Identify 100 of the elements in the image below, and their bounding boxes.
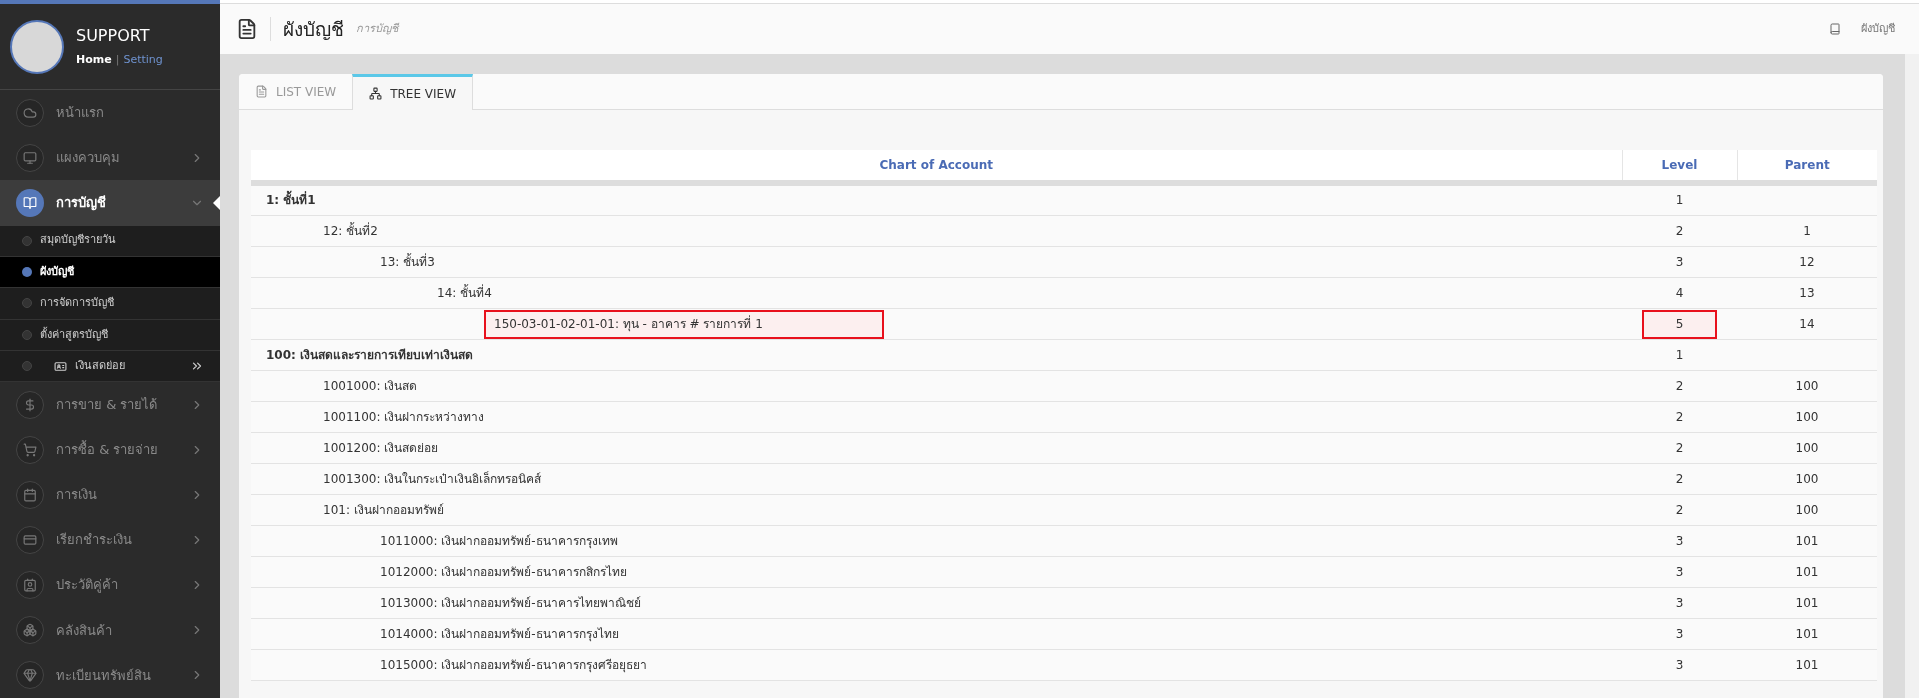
menu-label: การขาย & รายได้ xyxy=(56,396,159,415)
parent-value: 12 xyxy=(1799,255,1815,269)
level-value: 1 xyxy=(1674,192,1685,209)
level-value: 2 xyxy=(1674,377,1685,395)
menu-icon xyxy=(16,436,44,464)
menu-item[interactable]: แผงควบคุม xyxy=(0,135,220,181)
menu-icon xyxy=(16,188,44,217)
level-value: 2 xyxy=(1674,222,1685,240)
avatar xyxy=(10,19,64,74)
level-value: 2 xyxy=(1674,408,1685,426)
id-card-icon xyxy=(54,359,67,373)
level-value: 2 xyxy=(1674,501,1685,519)
menu-label: คลังสินค้า xyxy=(56,621,113,640)
level-value: 3 xyxy=(1674,625,1685,643)
submenu-label: ผังบัญชี xyxy=(40,263,75,280)
menu-item[interactable]: การขาย & รายได้ xyxy=(0,382,220,428)
account-name: 100: เงินสดและรายการเทียบเท่าเงินสด xyxy=(265,346,475,364)
account-name: 1001200: เงินสดย่อย xyxy=(322,439,440,457)
hierarchy-icon xyxy=(369,87,383,100)
submenu-label: ตั้งค่าสูตรบัญชี xyxy=(40,326,109,343)
submenu-item[interactable]: การจัดการบัญชี xyxy=(0,288,220,320)
menu-label: ประวัติคู่ค้า xyxy=(56,576,119,595)
document-icon xyxy=(255,85,268,98)
parent-value: 14 xyxy=(1799,317,1815,331)
account-name: 1015000: เงินฝากออมทรัพย์-ธนาคารกรุงศรีอยุธยา xyxy=(379,656,648,675)
parent-value: 101 xyxy=(1795,565,1819,579)
submenu-label: สมุดบัญชีรายวัน xyxy=(40,232,117,249)
parent-value: 100 xyxy=(1795,441,1819,455)
menu-item[interactable]: หน้าแรก xyxy=(0,90,220,136)
level-value: 3 xyxy=(1674,563,1685,581)
parent-value: 101 xyxy=(1795,534,1819,548)
level-value: 3 xyxy=(1674,532,1685,550)
menu-item[interactable]: ประวัติคู่ค้า xyxy=(0,562,220,608)
account-name: 1014000: เงินฝากออมทรัพย์-ธนาคารกรุงไทย xyxy=(379,625,620,644)
account-name: 1001100: เงินฝากระหว่างทาง xyxy=(322,408,486,426)
account-name: 12: ชั้นที่2 xyxy=(322,221,379,240)
book-icon xyxy=(1829,23,1841,35)
menu-icon xyxy=(16,143,44,172)
menu-icon xyxy=(16,481,44,510)
menu-icon xyxy=(16,571,44,600)
menu-icon xyxy=(16,98,44,127)
level-value: 3 xyxy=(1674,656,1685,674)
pointer-icon xyxy=(213,195,220,210)
menu-label: การเงิน xyxy=(56,486,98,505)
menu-item[interactable]: คลังสินค้า xyxy=(0,607,220,653)
account-name: 1013000: เงินฝากออมทรัพย์-ธนาคารไทยพาณิชย์ xyxy=(379,594,642,612)
level-value: 3 xyxy=(1674,253,1685,271)
menu-label: หน้าแรก xyxy=(56,104,105,123)
parent-value: 100 xyxy=(1795,503,1819,517)
menu-icon xyxy=(16,390,44,419)
menu-icon xyxy=(16,616,44,645)
level-value: 4 xyxy=(1674,284,1685,302)
menu-item[interactable]: การบัญชี xyxy=(0,180,220,226)
account-name: 14: ชั้นที่4 xyxy=(436,283,493,302)
menu-label: เรียกชำระเงิน xyxy=(56,531,133,550)
submenu-item[interactable]: ผังบัญชี xyxy=(0,256,220,289)
submenu-label: เงินสดย่อย xyxy=(75,357,126,374)
profile-link[interactable]: Setting xyxy=(123,52,163,69)
menu-label: ทะเบียนทรัพย์สิน xyxy=(56,666,152,685)
breadcrumb: ผังบัญชี xyxy=(1861,20,1895,37)
account-name: 101: เงินฝากออมทรัพย์ xyxy=(322,501,445,519)
parent-value: 101 xyxy=(1795,627,1819,641)
page-subtitle: การบัญชี xyxy=(356,20,398,37)
level-value: 1 xyxy=(1674,346,1685,364)
menu-icon xyxy=(16,526,44,555)
page-title: ผังบัญชี xyxy=(283,16,344,42)
menu-item[interactable]: เรียกชำระเงิน xyxy=(0,517,220,563)
parent-value: 101 xyxy=(1795,596,1819,610)
parent-value: 1 xyxy=(1803,224,1811,238)
parent-value: 100 xyxy=(1795,379,1819,393)
parent-value: 101 xyxy=(1795,658,1819,672)
level-value: 5 xyxy=(1642,309,1717,339)
parent-value: 100 xyxy=(1795,472,1819,486)
menu-item[interactable]: ทะเบียนทรัพย์สิน xyxy=(0,652,220,698)
submenu-item[interactable]: ตั้งค่าสูตรบัญชี xyxy=(0,319,220,351)
parent-value: 100 xyxy=(1795,410,1819,424)
link-separator: | xyxy=(115,52,120,69)
column-header: Level xyxy=(1622,150,1737,183)
menu-item[interactable]: การเงิน xyxy=(0,472,220,518)
account-name: 1011000: เงินฝากออมทรัพย์-ธนาคารกรุงเทพ xyxy=(379,532,619,551)
menu-item[interactable]: การซื้อ & รายจ่าย xyxy=(0,427,220,473)
submenu-item[interactable]: สมุดบัญชีรายวัน xyxy=(0,225,220,257)
menu-icon xyxy=(16,661,44,690)
account-name: 150-03-01-02-01-01: ทุน - อาคาร # รายการที่ 1 xyxy=(484,309,884,339)
menu-label: การบัญชี xyxy=(56,194,107,213)
parent-value: 13 xyxy=(1799,286,1815,300)
menu-label: แผงควบคุม xyxy=(56,149,121,168)
account-name: 1001000: เงินสด xyxy=(322,377,419,395)
profile-link[interactable]: Home xyxy=(76,52,112,69)
level-value: 2 xyxy=(1674,470,1685,488)
view-tab[interactable]: LIST VIEW xyxy=(239,74,353,109)
account-name: 1001300: เงินในกระเป๋าเงินอิเล็กทรอนิคส์ xyxy=(322,470,543,488)
user-name: SUPPORT xyxy=(76,25,151,48)
account-name: 13: ชั้นที่3 xyxy=(379,252,436,271)
submenu-item[interactable]: เงินสดย่อย xyxy=(0,351,220,383)
view-tab[interactable]: TREE VIEW xyxy=(352,74,474,110)
submenu-label: การจัดการบัญชี xyxy=(40,295,115,312)
level-value: 2 xyxy=(1674,439,1685,457)
document-icon xyxy=(236,18,258,40)
level-value: 3 xyxy=(1674,594,1685,612)
